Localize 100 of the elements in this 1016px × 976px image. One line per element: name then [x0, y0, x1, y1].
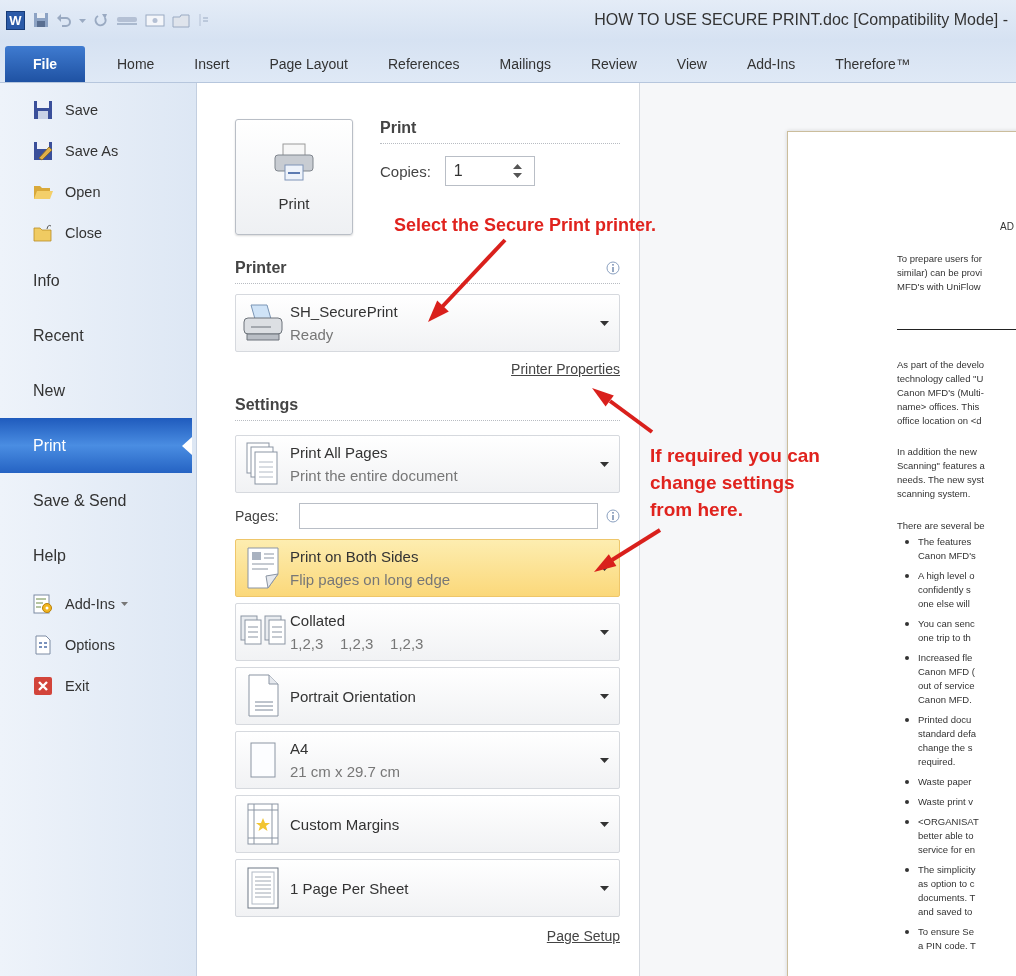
pages-field[interactable]: [299, 503, 598, 529]
bullet-icon: [905, 820, 909, 825]
lined-page-icon: [246, 866, 280, 910]
info-icon[interactable]: [606, 261, 620, 275]
ribbon-tab[interactable]: Insert: [174, 46, 250, 82]
ribbon-tab[interactable]: Therefore™: [815, 46, 930, 82]
annotation-text: If required you can change settings from here.: [650, 444, 820, 522]
app-logo: W: [6, 10, 25, 30]
bullet-text: Waste paper: [918, 775, 972, 790]
menu-item[interactable]: Open: [0, 171, 196, 212]
menu-item[interactable]: Close: [0, 212, 196, 253]
ribbon-tab[interactable]: File: [5, 46, 85, 82]
document-paragraph: To prepare users for similar) can be provi MFD's with UniFlow: [897, 252, 983, 294]
menu-item[interactable]: Save & Send: [0, 473, 196, 528]
folded-page-icon: [246, 546, 280, 590]
document-paragraph: In addition the new Scanning" features a needs. The new syst scanning system.: [897, 445, 986, 501]
info-icon[interactable]: [606, 509, 620, 523]
settings-dropdown[interactable]: 1 Page Per Sheet: [235, 859, 620, 917]
bullet-icon: [905, 930, 909, 935]
bullet-text: Printed docu standard defa change the s required.: [918, 713, 977, 770]
caret-icon: [600, 693, 609, 699]
printer-dropdown[interactable]: SH_SecurePrint Ready: [235, 294, 620, 352]
copies-label: Copies:: [380, 162, 431, 180]
caret-icon: [600, 821, 609, 827]
section-heading: Settings: [235, 396, 299, 414]
menu-item[interactable]: Help: [0, 528, 196, 583]
pages-label: Pages:: [235, 508, 280, 524]
ribbon-tab[interactable]: Review: [570, 46, 657, 82]
bullet-text: Increased fle Canon MFD ( out of service Canon MFD.: [918, 651, 975, 708]
bullet-icon: [905, 574, 909, 579]
menu-item[interactable]: Save As: [0, 130, 196, 171]
page-stack-icon: [246, 442, 280, 486]
ribbon-tab[interactable]: Page Layout: [249, 46, 368, 82]
document-paragraph: As part of the develo technology called "U Canon MFD's (Multi- name> offices. This office location on <d: [897, 358, 986, 428]
print-button[interactable]: Print: [235, 119, 353, 235]
bullet-icon: [905, 540, 909, 545]
settings-dropdown[interactable]: Portrait Orientation: [235, 667, 620, 725]
printer-properties-link[interactable]: Printer Properties: [511, 361, 620, 377]
bullet-icon: [905, 718, 909, 723]
floppy-icon[interactable]: [33, 12, 49, 28]
settings-dropdown[interactable]: Print on Both Sides Flip pages on long edge: [235, 539, 620, 597]
annotation-text: Select the Secure Print printer.: [394, 215, 657, 236]
document-heading: AD: [1000, 220, 1015, 234]
bullet-icon: [905, 868, 909, 873]
menu-item[interactable]: Print: [0, 418, 192, 473]
checklist-gear-icon: [33, 593, 53, 614]
page-setup-link[interactable]: Page Setup: [546, 928, 620, 944]
caret-icon: [600, 320, 609, 326]
bullet-text: Waste print v: [918, 795, 974, 810]
customize-icon[interactable]: [199, 12, 209, 28]
folder-icon: [33, 222, 53, 243]
menu-item[interactable]: Recent: [0, 308, 196, 363]
ribbon-tab[interactable]: View: [656, 46, 727, 82]
window-title: HOW TO USE SECURE PRINT.doc [Compatibility Mode] -: [594, 11, 1008, 29]
caret-icon: [600, 629, 609, 635]
floppy-icon: [33, 99, 53, 120]
star-page-icon: [246, 802, 280, 846]
document-paragraph: There are several be: [897, 518, 986, 533]
portrait-page-icon: [246, 674, 280, 718]
bullet-text: To ensure Se a PIN code. T: [918, 925, 976, 954]
close-icon: [33, 675, 53, 696]
menu-item[interactable]: New: [0, 363, 196, 418]
settings-dropdown[interactable]: A4 21 cm x 29.7 cm: [235, 731, 620, 789]
bullet-icon: [905, 656, 909, 661]
caret-icon: [600, 757, 609, 763]
menu-item[interactable]: Info: [0, 253, 196, 308]
ribbon-tab[interactable]: Home: [97, 46, 175, 82]
printer-icon: [241, 303, 285, 343]
section-heading: Printer: [235, 259, 287, 277]
ribbon-tab[interactable]: Mailings: [479, 46, 571, 82]
settings-dropdown[interactable]: Print All Pages Print the entire document: [235, 435, 620, 493]
folder-icon[interactable]: [172, 12, 192, 28]
arrow: [592, 388, 654, 434]
document-icon: [33, 634, 53, 655]
floppy-pencil-icon: [33, 140, 53, 161]
printer-icon: [273, 142, 315, 181]
bullet-icon: [905, 622, 909, 627]
menu-item[interactable]: Exit: [0, 665, 196, 706]
blank-page-icon: [249, 741, 277, 779]
spin-arrows-icon[interactable]: [512, 163, 522, 179]
bullet-text: The simplicity as option to c documents. T and saved to: [918, 863, 976, 920]
caret-icon: [600, 461, 609, 467]
menu-item[interactable]: Options: [0, 624, 196, 665]
settings-dropdown[interactable]: Custom Margins: [235, 795, 620, 853]
redo-icon[interactable]: [93, 12, 109, 28]
bullet-text: <ORGANISAT better able to service for en: [918, 815, 979, 858]
ribbon-tab[interactable]: Add-Ins: [726, 46, 816, 82]
undo-icon[interactable]: [56, 12, 72, 28]
bullet-icon: [905, 800, 909, 805]
ribbon-tab[interactable]: References: [368, 46, 480, 82]
bullet-text: You can senc one trip to th: [918, 617, 975, 646]
copies-field[interactable]: 1: [444, 156, 535, 186]
menu-item[interactable]: Save: [0, 89, 196, 130]
bullet-icon: [905, 780, 909, 785]
settings-dropdown[interactable]: Collated 1,2,3 1,2,3 1,2,3: [235, 603, 620, 661]
menu-item[interactable]: Add-Ins: [0, 583, 196, 624]
caret-icon: [600, 885, 609, 891]
bullet-text: The features Canon MFD's: [918, 535, 976, 564]
arrow: [594, 528, 662, 572]
bullet-text: A high level o confidently s one else will: [918, 569, 975, 612]
